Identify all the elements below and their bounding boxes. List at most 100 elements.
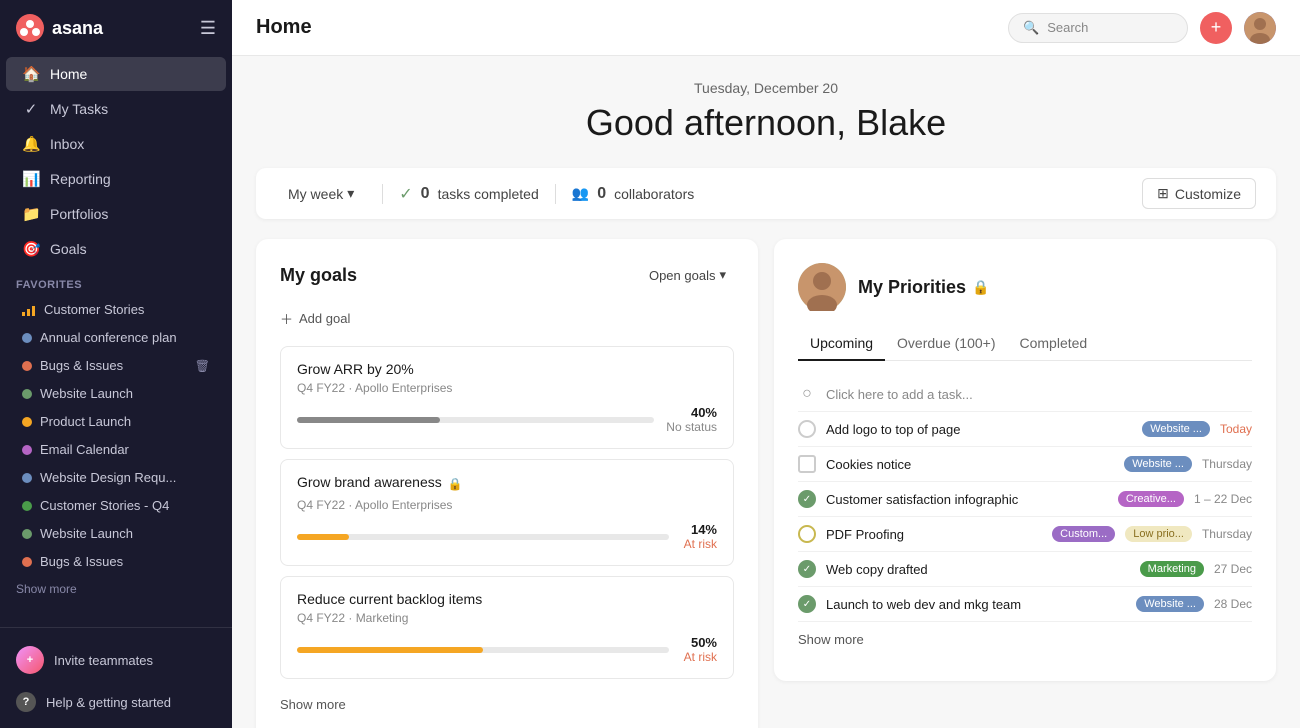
trash-icon[interactable]: 🗑 xyxy=(195,359,210,373)
task-row: PDF Proofing Custom... Low prio... Thurs… xyxy=(798,517,1252,552)
task-name: Cookies notice xyxy=(826,457,1114,472)
add-goal-button[interactable]: ＋ Add goal xyxy=(280,303,350,334)
add-button[interactable]: + xyxy=(1200,12,1232,44)
add-task-check[interactable]: ○ xyxy=(798,385,816,403)
goal-status: At risk xyxy=(681,537,717,551)
fav-label: Customer Stories xyxy=(44,302,144,317)
fav-annual-conference[interactable]: Annual conference plan xyxy=(6,324,226,351)
page-title: Home xyxy=(256,16,312,39)
task-checkbox[interactable] xyxy=(798,525,816,543)
favorites-section: Customer Stories Annual conference plan … xyxy=(0,295,232,576)
add-task-row[interactable]: ○ Click here to add a task... xyxy=(798,377,1252,412)
goal-name: Grow ARR by 20% xyxy=(297,361,717,377)
search-icon: 🔍 xyxy=(1023,20,1039,36)
sidebar-item-goals[interactable]: 🎯 Goals xyxy=(6,232,226,266)
fav-website-launch[interactable]: Website Launch xyxy=(6,380,226,407)
check-icon: ✓ xyxy=(22,100,40,118)
greeting-text: Good afternoon, Blake xyxy=(256,102,1276,144)
nav-reporting-label: Reporting xyxy=(50,171,111,187)
user-avatar[interactable] xyxy=(1244,12,1276,44)
right-column: My Priorities 🔒 Upcoming Overdue (100+) … xyxy=(774,239,1276,728)
sidebar-item-portfolios[interactable]: 📁 Portfolios xyxy=(6,197,226,231)
goal-name: Reduce current backlog items xyxy=(297,591,717,607)
goal-status: At risk xyxy=(681,650,717,664)
tab-upcoming[interactable]: Upcoming xyxy=(798,327,885,361)
add-task-label[interactable]: Click here to add a task... xyxy=(826,387,1252,402)
tab-completed[interactable]: Completed xyxy=(1007,327,1099,361)
stats-bar: My week ▾ ✓ 0 tasks completed 👥 0 collab… xyxy=(256,168,1276,219)
sidebar-item-reporting[interactable]: 📊 Reporting xyxy=(6,162,226,196)
priorities-avatar xyxy=(798,263,846,311)
fav-website-design[interactable]: Website Design Requ... xyxy=(6,464,226,491)
nav-home-label: Home xyxy=(50,66,87,82)
fav-customer-stories[interactable]: Customer Stories xyxy=(6,296,226,323)
main-area: Home 🔍 Search + Tuesday, December 20 Goo… xyxy=(232,0,1300,728)
topbar-right: 🔍 Search + xyxy=(1008,12,1276,44)
collaborators-stat: 👥 0 collaborators xyxy=(572,185,695,203)
open-goals-button[interactable]: Open goals ▾ xyxy=(641,263,734,287)
hamburger-icon[interactable]: ☰ xyxy=(200,18,216,39)
reporting-icon: 📊 xyxy=(22,170,40,188)
fav-product-launch[interactable]: Product Launch xyxy=(6,408,226,435)
priorities-tabs: Upcoming Overdue (100+) Completed xyxy=(798,327,1252,361)
task-date: 28 Dec xyxy=(1214,597,1252,611)
fav-email-calendar[interactable]: Email Calendar xyxy=(6,436,226,463)
invite-teammates-button[interactable]: + Invite teammates xyxy=(0,636,232,684)
task-checkbox[interactable]: ✓ xyxy=(798,490,816,508)
lock-icon: 🔒 xyxy=(972,279,989,296)
goal-meta: Q4 FY22 · Apollo Enterprises xyxy=(297,498,717,512)
priorities-header: My Priorities 🔒 xyxy=(798,263,1252,311)
task-date: 1 – 22 Dec xyxy=(1194,492,1252,506)
help-button[interactable]: ? Help & getting started xyxy=(0,684,232,720)
task-tag: Website ... xyxy=(1142,421,1210,437)
fav-bugs-issues[interactable]: Bugs & Issues 🗑 xyxy=(6,352,226,379)
fav-bugs-issues-2[interactable]: Bugs & Issues xyxy=(6,548,226,575)
customize-button[interactable]: ⊞ Customize xyxy=(1142,178,1256,209)
home-icon: 🏠 xyxy=(22,65,40,83)
fav-label: Bugs & Issues xyxy=(40,554,123,569)
dot-icon xyxy=(22,529,32,539)
fav-website-launch-2[interactable]: Website Launch xyxy=(6,520,226,547)
sidebar-item-inbox[interactable]: 🔔 Inbox xyxy=(6,127,226,161)
sidebar-item-my-tasks[interactable]: ✓ My Tasks xyxy=(6,92,226,126)
my-week-label: My week xyxy=(288,186,343,202)
asana-logo[interactable]: asana xyxy=(16,14,103,42)
tasks-count: 0 xyxy=(421,185,430,203)
priorities-title-text: My Priorities xyxy=(858,277,966,298)
show-more-priorities[interactable]: Show more xyxy=(798,622,1252,657)
nav-portfolios-label: Portfolios xyxy=(50,206,108,222)
dot-icon xyxy=(22,333,32,343)
task-checkbox[interactable]: ✓ xyxy=(798,595,816,613)
goals-title: My goals xyxy=(280,265,357,286)
task-checkbox[interactable] xyxy=(798,455,816,473)
progress-bar-fill xyxy=(297,647,483,653)
sidebar-header: asana ☰ xyxy=(0,0,232,56)
show-more-goals[interactable]: Show more xyxy=(280,689,734,720)
fav-label: Website Design Requ... xyxy=(40,470,176,485)
task-checkbox[interactable] xyxy=(798,420,816,438)
collaborators-icon: 👥 xyxy=(572,185,589,202)
nav-inbox-label: Inbox xyxy=(50,136,84,152)
goals-icon: 🎯 xyxy=(22,240,40,258)
tab-overdue[interactable]: Overdue (100+) xyxy=(885,327,1007,361)
goals-card: My goals Open goals ▾ ＋ Add goal Grow AR… xyxy=(256,239,758,728)
greeting-section: Tuesday, December 20 Good afternoon, Bla… xyxy=(256,80,1276,144)
customize-label: Customize xyxy=(1175,186,1241,202)
open-goals-label: Open goals xyxy=(649,268,716,283)
sidebar-item-home[interactable]: 🏠 Home xyxy=(6,57,226,91)
tasks-completed-stat: ✓ 0 tasks completed xyxy=(399,184,538,204)
search-box[interactable]: 🔍 Search xyxy=(1008,13,1188,43)
goal-right: 50% At risk xyxy=(681,635,717,664)
show-more-sidebar[interactable]: Show more xyxy=(0,576,232,602)
nav-goals-label: Goals xyxy=(50,241,87,257)
fav-label: Customer Stories - Q4 xyxy=(40,498,169,513)
priorities-card: My Priorities 🔒 Upcoming Overdue (100+) … xyxy=(774,239,1276,681)
invite-avatar: + xyxy=(16,646,44,674)
fav-label: Annual conference plan xyxy=(40,330,177,345)
lock-icon: 🔒 xyxy=(448,477,463,491)
task-checkbox[interactable]: ✓ xyxy=(798,560,816,578)
goal-name: Grow brand awareness xyxy=(297,474,442,490)
fav-customer-stories-q4[interactable]: Customer Stories - Q4 xyxy=(6,492,226,519)
nav-section: 🏠 Home ✓ My Tasks 🔔 Inbox 📊 Reporting 📁 … xyxy=(0,56,232,267)
my-week-button[interactable]: My week ▾ xyxy=(276,179,366,208)
